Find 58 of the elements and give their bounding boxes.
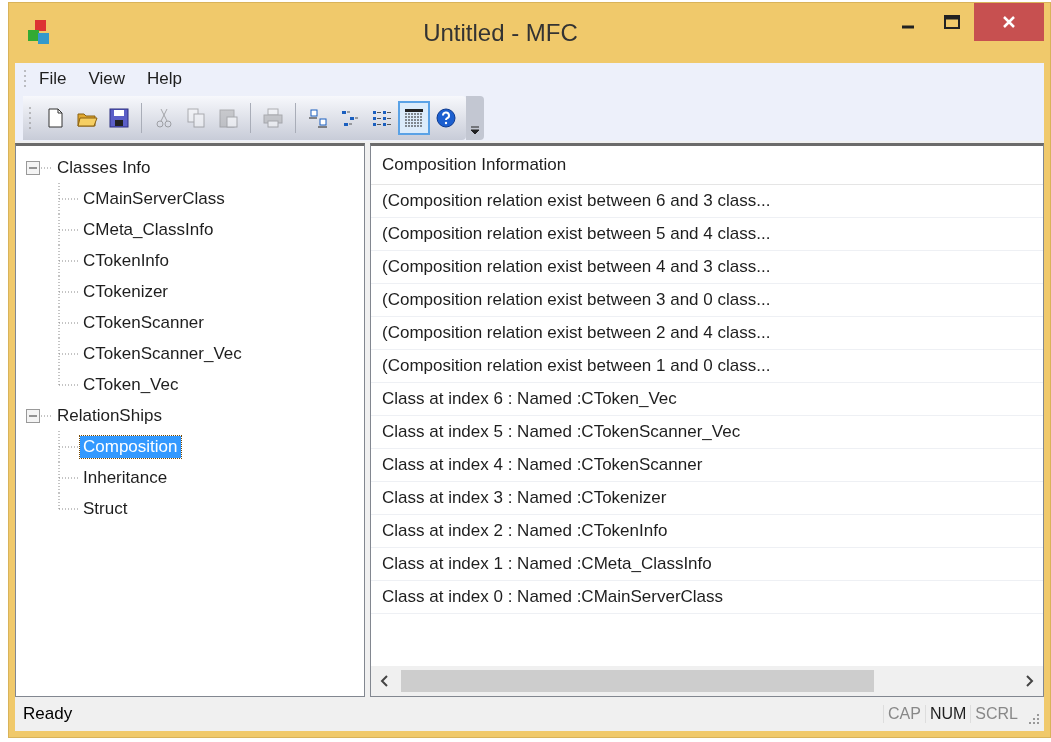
minimize-icon: [901, 25, 915, 29]
large-icons-view-icon: [306, 106, 330, 130]
status-indicator: SCRL: [970, 705, 1022, 723]
printer-icon: [261, 106, 285, 130]
tree-connector-icon: [58, 245, 80, 276]
tree-item[interactable]: CMeta_ClassInfo: [80, 218, 217, 241]
list-row[interactable]: Class at index 6 : Named :CToken_Vec: [371, 383, 1043, 416]
horizontal-scrollbar[interactable]: [371, 666, 1043, 696]
list-row[interactable]: (Composition relation exist between 1 and 0 class...: [371, 350, 1043, 383]
toolbar-button[interactable]: [398, 101, 430, 135]
list-row[interactable]: (Composition relation exist between 6 and 3 class...: [371, 185, 1043, 218]
menu-item[interactable]: Help: [136, 66, 192, 92]
status-indicator: NUM: [924, 705, 971, 723]
scrollbar-thumb[interactable]: [401, 670, 874, 692]
tree-connector-icon: [58, 431, 80, 462]
tree-item[interactable]: CTokenizer: [80, 280, 172, 303]
list-row[interactable]: (Composition relation exist between 4 and 3 class...: [371, 251, 1043, 284]
details-view-icon: [402, 106, 426, 130]
grip-icon: [27, 107, 33, 129]
list-row[interactable]: Class at index 1 : Named :CMeta_ClassInfo: [371, 548, 1043, 581]
tree-item[interactable]: RelationShips: [54, 404, 165, 427]
tree-item[interactable]: CMainServerClass: [80, 187, 228, 210]
tree-item[interactable]: CTokenScanner_Vec: [80, 342, 245, 365]
tree-item[interactable]: Classes Info: [54, 156, 154, 179]
maximize-icon: [944, 15, 960, 29]
collapse-icon[interactable]: [26, 160, 54, 175]
paste-clipboard-icon: [216, 106, 240, 130]
resize-grip-icon[interactable]: [1026, 711, 1040, 725]
status-text: Ready: [23, 704, 74, 724]
tree-connector-icon: [58, 276, 80, 307]
list-row[interactable]: (Composition relation exist between 2 and 4 class...: [371, 317, 1043, 350]
tree-item[interactable]: CTokenInfo: [80, 249, 172, 272]
tree-item[interactable]: Inheritance: [80, 466, 171, 489]
tree-connector-icon: [58, 307, 80, 338]
tree-item[interactable]: CToken_Vec: [80, 373, 182, 396]
tree-item[interactable]: CTokenScanner: [80, 311, 207, 334]
menu-item[interactable]: View: [78, 66, 135, 92]
list-row[interactable]: Class at index 3 : Named :CTokenizer: [371, 482, 1043, 515]
collapse-icon[interactable]: [26, 408, 54, 423]
list-row[interactable]: Class at index 2 : Named :CTokenInfo: [371, 515, 1043, 548]
list-row[interactable]: (Composition relation exist between 3 and 0 class...: [371, 284, 1043, 317]
list-row[interactable]: Class at index 5 : Named :CTokenScanner_Vec: [371, 416, 1043, 449]
copy-icon: [184, 106, 208, 130]
list-row[interactable]: Class at index 4 : Named :CTokenScanner: [371, 449, 1043, 482]
column-header[interactable]: Composition Information: [371, 146, 1043, 185]
dropdown-arrow-icon: [470, 126, 480, 134]
close-icon: [1002, 15, 1016, 29]
grip-icon: [23, 70, 27, 88]
tree-item[interactable]: Struct: [80, 497, 131, 520]
toolbar-overflow-button[interactable]: [466, 96, 484, 140]
status-indicator: CAP: [882, 705, 925, 723]
list-row[interactable]: Class at index 0 : Named :CMainServerClass: [371, 581, 1043, 614]
list-row[interactable]: (Composition relation exist between 5 and 4 class...: [371, 218, 1043, 251]
menu-item[interactable]: File: [29, 66, 77, 92]
window-title: Untitled - MFC: [422, 19, 579, 47]
tree-connector-icon: [58, 214, 80, 245]
help-icon: [434, 106, 458, 130]
tree-connector-icon: [58, 183, 80, 214]
